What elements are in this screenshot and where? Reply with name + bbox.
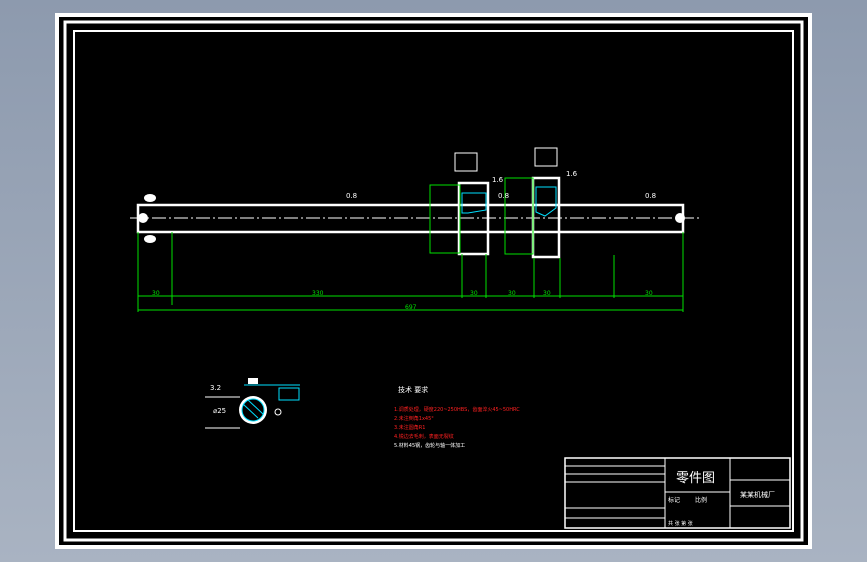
drawing-text: 30 — [543, 290, 551, 297]
drawing-text: 30 — [645, 290, 653, 297]
drawing-text: 0.8 — [498, 192, 509, 200]
drawing-text: 技术 要求 — [398, 385, 428, 394]
center-hole-right — [675, 213, 685, 223]
drawing-text: 4.锐边去毛刺，表面无裂纹 — [394, 433, 454, 440]
drawing-text: 共 张 第 张 — [668, 520, 693, 527]
drawing-title: 零件图 — [676, 471, 715, 486]
drawing-text: 30 — [152, 290, 160, 297]
drawing-text: 比例 — [695, 496, 707, 504]
drawing-text: 30 — [470, 290, 478, 297]
drawing-text: 标记 — [668, 496, 680, 504]
drawing-text: 3.2 — [210, 384, 221, 392]
dim-total: 697 — [405, 304, 417, 311]
section-diameter: ⌀25 — [213, 407, 226, 415]
drawing-text: 1.调质处理，硬度220~250HBS，齿面淬火45~50HRC — [394, 406, 520, 413]
drawing-text: 30 — [508, 290, 516, 297]
drawing-text: 1.6 — [492, 176, 504, 184]
cad-viewport[interactable]: 697 30 330 30 30 30 30 0.8 0.8 1.6 1.6 0… — [0, 0, 867, 562]
drawing-text: 3.未注圆角R1 — [394, 424, 425, 431]
drawing-text: 2.未注倒角1x45° — [394, 415, 434, 422]
drawing-text: 0.8 — [645, 192, 656, 200]
center-hole-left — [138, 213, 148, 223]
drawing-text: 1.6 — [566, 170, 578, 178]
sheet-background — [59, 17, 808, 545]
drawing-text: 5.材料45钢，齿轮与轴一体加工 — [394, 442, 465, 449]
drawing-text: 0.8 — [346, 192, 357, 200]
drawing-text: 330 — [312, 290, 324, 297]
company-name: 某某机械厂 — [740, 490, 775, 499]
